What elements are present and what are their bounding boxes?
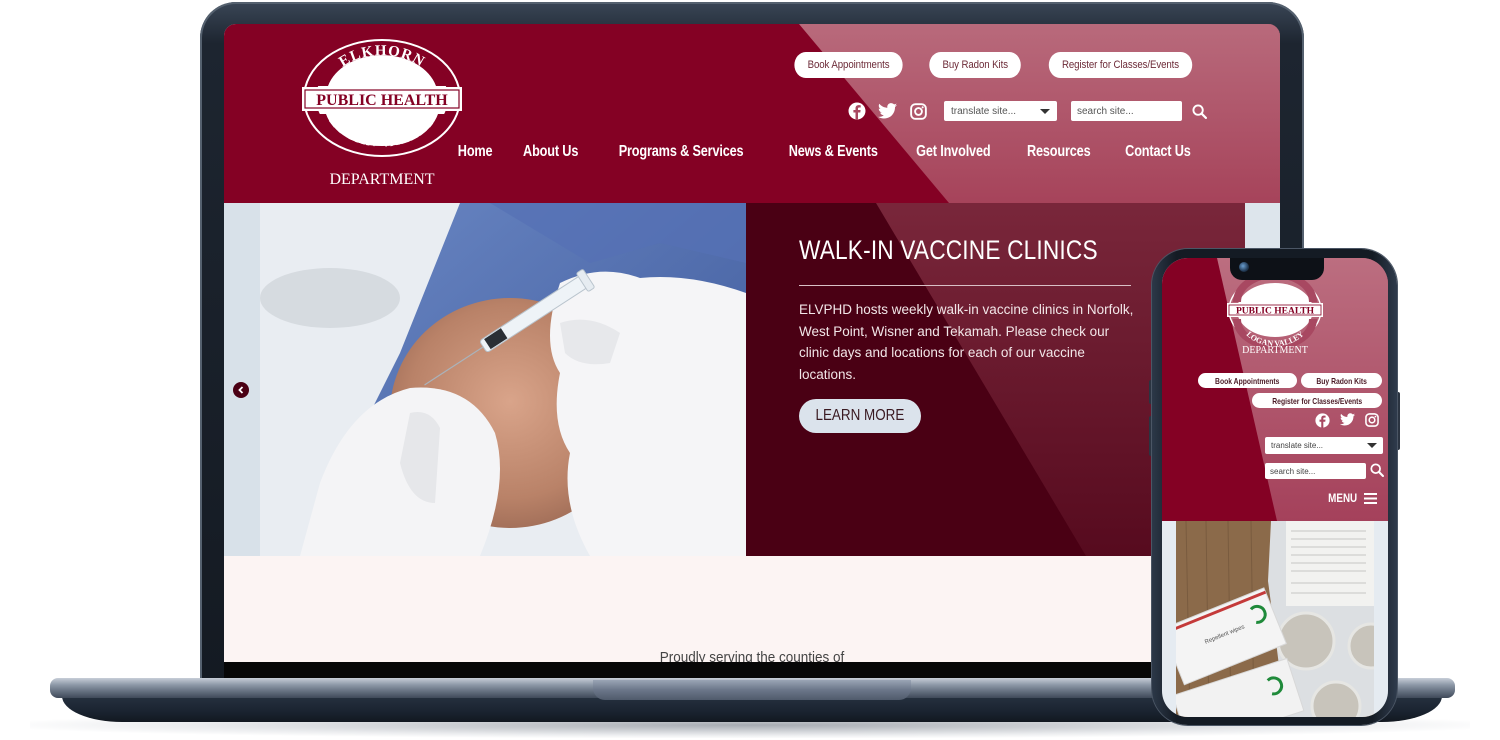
search-icon[interactable] bbox=[1192, 103, 1207, 119]
nav-programs-services[interactable]: Programs & Services bbox=[619, 143, 744, 161]
facebook-icon[interactable] bbox=[847, 102, 866, 121]
chevron-down-icon bbox=[1367, 443, 1377, 448]
mobile-utility-buttons: Book Appointments Buy Radon Kits Registe… bbox=[1192, 373, 1382, 408]
site-logo[interactable]: ELKHORN LOGAN VALLEY PUBLIC HEALTH DEPAR… bbox=[300, 38, 464, 190]
mobile-buy-radon-kits-label: Buy Radon Kits bbox=[1316, 375, 1367, 386]
counties-heading: Proudly serving the counties of bbox=[659, 649, 845, 662]
mobile-register-classes-button[interactable]: Register for Classes/Events bbox=[1251, 393, 1382, 408]
mobile-menu-label: MENU bbox=[1327, 491, 1357, 505]
mobile-site-logo[interactable]: LOGAN VALLEY PUBLIC HEALTH DEPARTMENT bbox=[1225, 271, 1325, 356]
mobile-header: LOGAN VALLEY PUBLIC HEALTH DEPARTMENT Bo… bbox=[1162, 258, 1388, 521]
hero-title: WALK-IN VACCINE CLINICS bbox=[799, 235, 1098, 265]
hero-left-strip bbox=[224, 203, 260, 556]
mobile-search-placeholder: search site... bbox=[1270, 466, 1316, 476]
mobile-book-appointments-label: Book Appointments bbox=[1215, 375, 1280, 386]
mobile-logo-department-text: DEPARTMENT bbox=[1242, 345, 1308, 356]
laptop-hinge-notch bbox=[593, 680, 911, 700]
laptop-bezel-bottom bbox=[224, 662, 1280, 678]
search-placeholder: search site... bbox=[1077, 105, 1134, 117]
buy-radon-kits-button[interactable]: Buy Radon Kits bbox=[928, 52, 1021, 78]
nav-about-us[interactable]: About Us bbox=[523, 143, 578, 161]
book-appointments-button[interactable]: Book Appointments bbox=[794, 52, 904, 78]
nav-contact-us[interactable]: Contact Us bbox=[1125, 143, 1191, 161]
mobile-website: LOGAN VALLEY PUBLIC HEALTH DEPARTMENT Bo… bbox=[1162, 258, 1388, 717]
hamburger-icon bbox=[1364, 492, 1377, 504]
chevron-left-icon bbox=[238, 386, 244, 394]
logo-department-text: DEPARTMENT bbox=[329, 171, 434, 188]
mobile-menu-button[interactable]: MENU bbox=[1325, 491, 1377, 505]
twitter-icon[interactable] bbox=[878, 102, 897, 121]
logo-band-text: PUBLIC HEALTH bbox=[316, 92, 448, 109]
utility-row: translate site... search site... bbox=[847, 101, 1207, 121]
site-header: ELKHORN LOGAN VALLEY PUBLIC HEALTH DEPAR… bbox=[224, 24, 1280, 203]
main-nav: Home About Us Programs & Services News &… bbox=[454, 143, 1198, 161]
search-input[interactable]: search site... bbox=[1071, 101, 1182, 121]
register-classes-button[interactable]: Register for Classes/Events bbox=[1048, 52, 1193, 78]
nav-news-events[interactable]: News & Events bbox=[788, 143, 877, 161]
mobile-social-links bbox=[1315, 413, 1380, 428]
mobile-buy-radon-kits-button[interactable]: Buy Radon Kits bbox=[1300, 373, 1382, 388]
mobile-logo-band-text: PUBLIC HEALTH bbox=[1236, 307, 1315, 317]
mobile-register-classes-label: Register for Classes/Events bbox=[1271, 395, 1362, 406]
facebook-icon[interactable] bbox=[1315, 413, 1330, 428]
vaccination-photo bbox=[260, 203, 746, 556]
hero-description: ELVPHD hosts weekly walk-in vaccine clin… bbox=[799, 302, 1134, 382]
learn-more-label: LEARN MORE bbox=[815, 407, 905, 424]
instagram-icon[interactable] bbox=[1365, 413, 1380, 428]
translate-select[interactable]: translate site... bbox=[944, 101, 1057, 121]
chevron-down-icon bbox=[1040, 108, 1050, 114]
learn-more-button[interactable]: LEARN MORE bbox=[799, 399, 921, 433]
mobile-translate-select[interactable]: translate site... bbox=[1265, 437, 1383, 454]
utility-buttons: Book Appointments Buy Radon Kits Registe… bbox=[787, 52, 1202, 78]
mobile-translate-value: translate site... bbox=[1271, 441, 1324, 450]
phone-camera bbox=[1239, 262, 1249, 272]
instagram-icon[interactable] bbox=[909, 102, 928, 121]
slider-prev-button[interactable] bbox=[233, 382, 249, 398]
desktop-website: ELKHORN LOGAN VALLEY PUBLIC HEALTH DEPAR… bbox=[224, 24, 1280, 662]
translate-select-value: translate site... bbox=[951, 105, 1017, 117]
social-links bbox=[847, 102, 928, 121]
nav-resources[interactable]: Resources bbox=[1027, 143, 1091, 161]
hero-slider: WALK-IN VACCINE CLINICS ELVPHD hosts wee… bbox=[224, 203, 1280, 556]
nav-home[interactable]: Home bbox=[458, 143, 493, 161]
radon-kit-photo: Repellent wipes bbox=[1176, 521, 1374, 717]
mobile-book-appointments-button[interactable]: Book Appointments bbox=[1198, 373, 1297, 388]
twitter-icon[interactable] bbox=[1340, 413, 1355, 428]
search-icon[interactable] bbox=[1370, 463, 1385, 482]
nav-get-involved[interactable]: Get Involved bbox=[916, 143, 990, 161]
hero-divider bbox=[799, 285, 1131, 286]
mobile-search-input[interactable]: search site... bbox=[1265, 463, 1366, 479]
